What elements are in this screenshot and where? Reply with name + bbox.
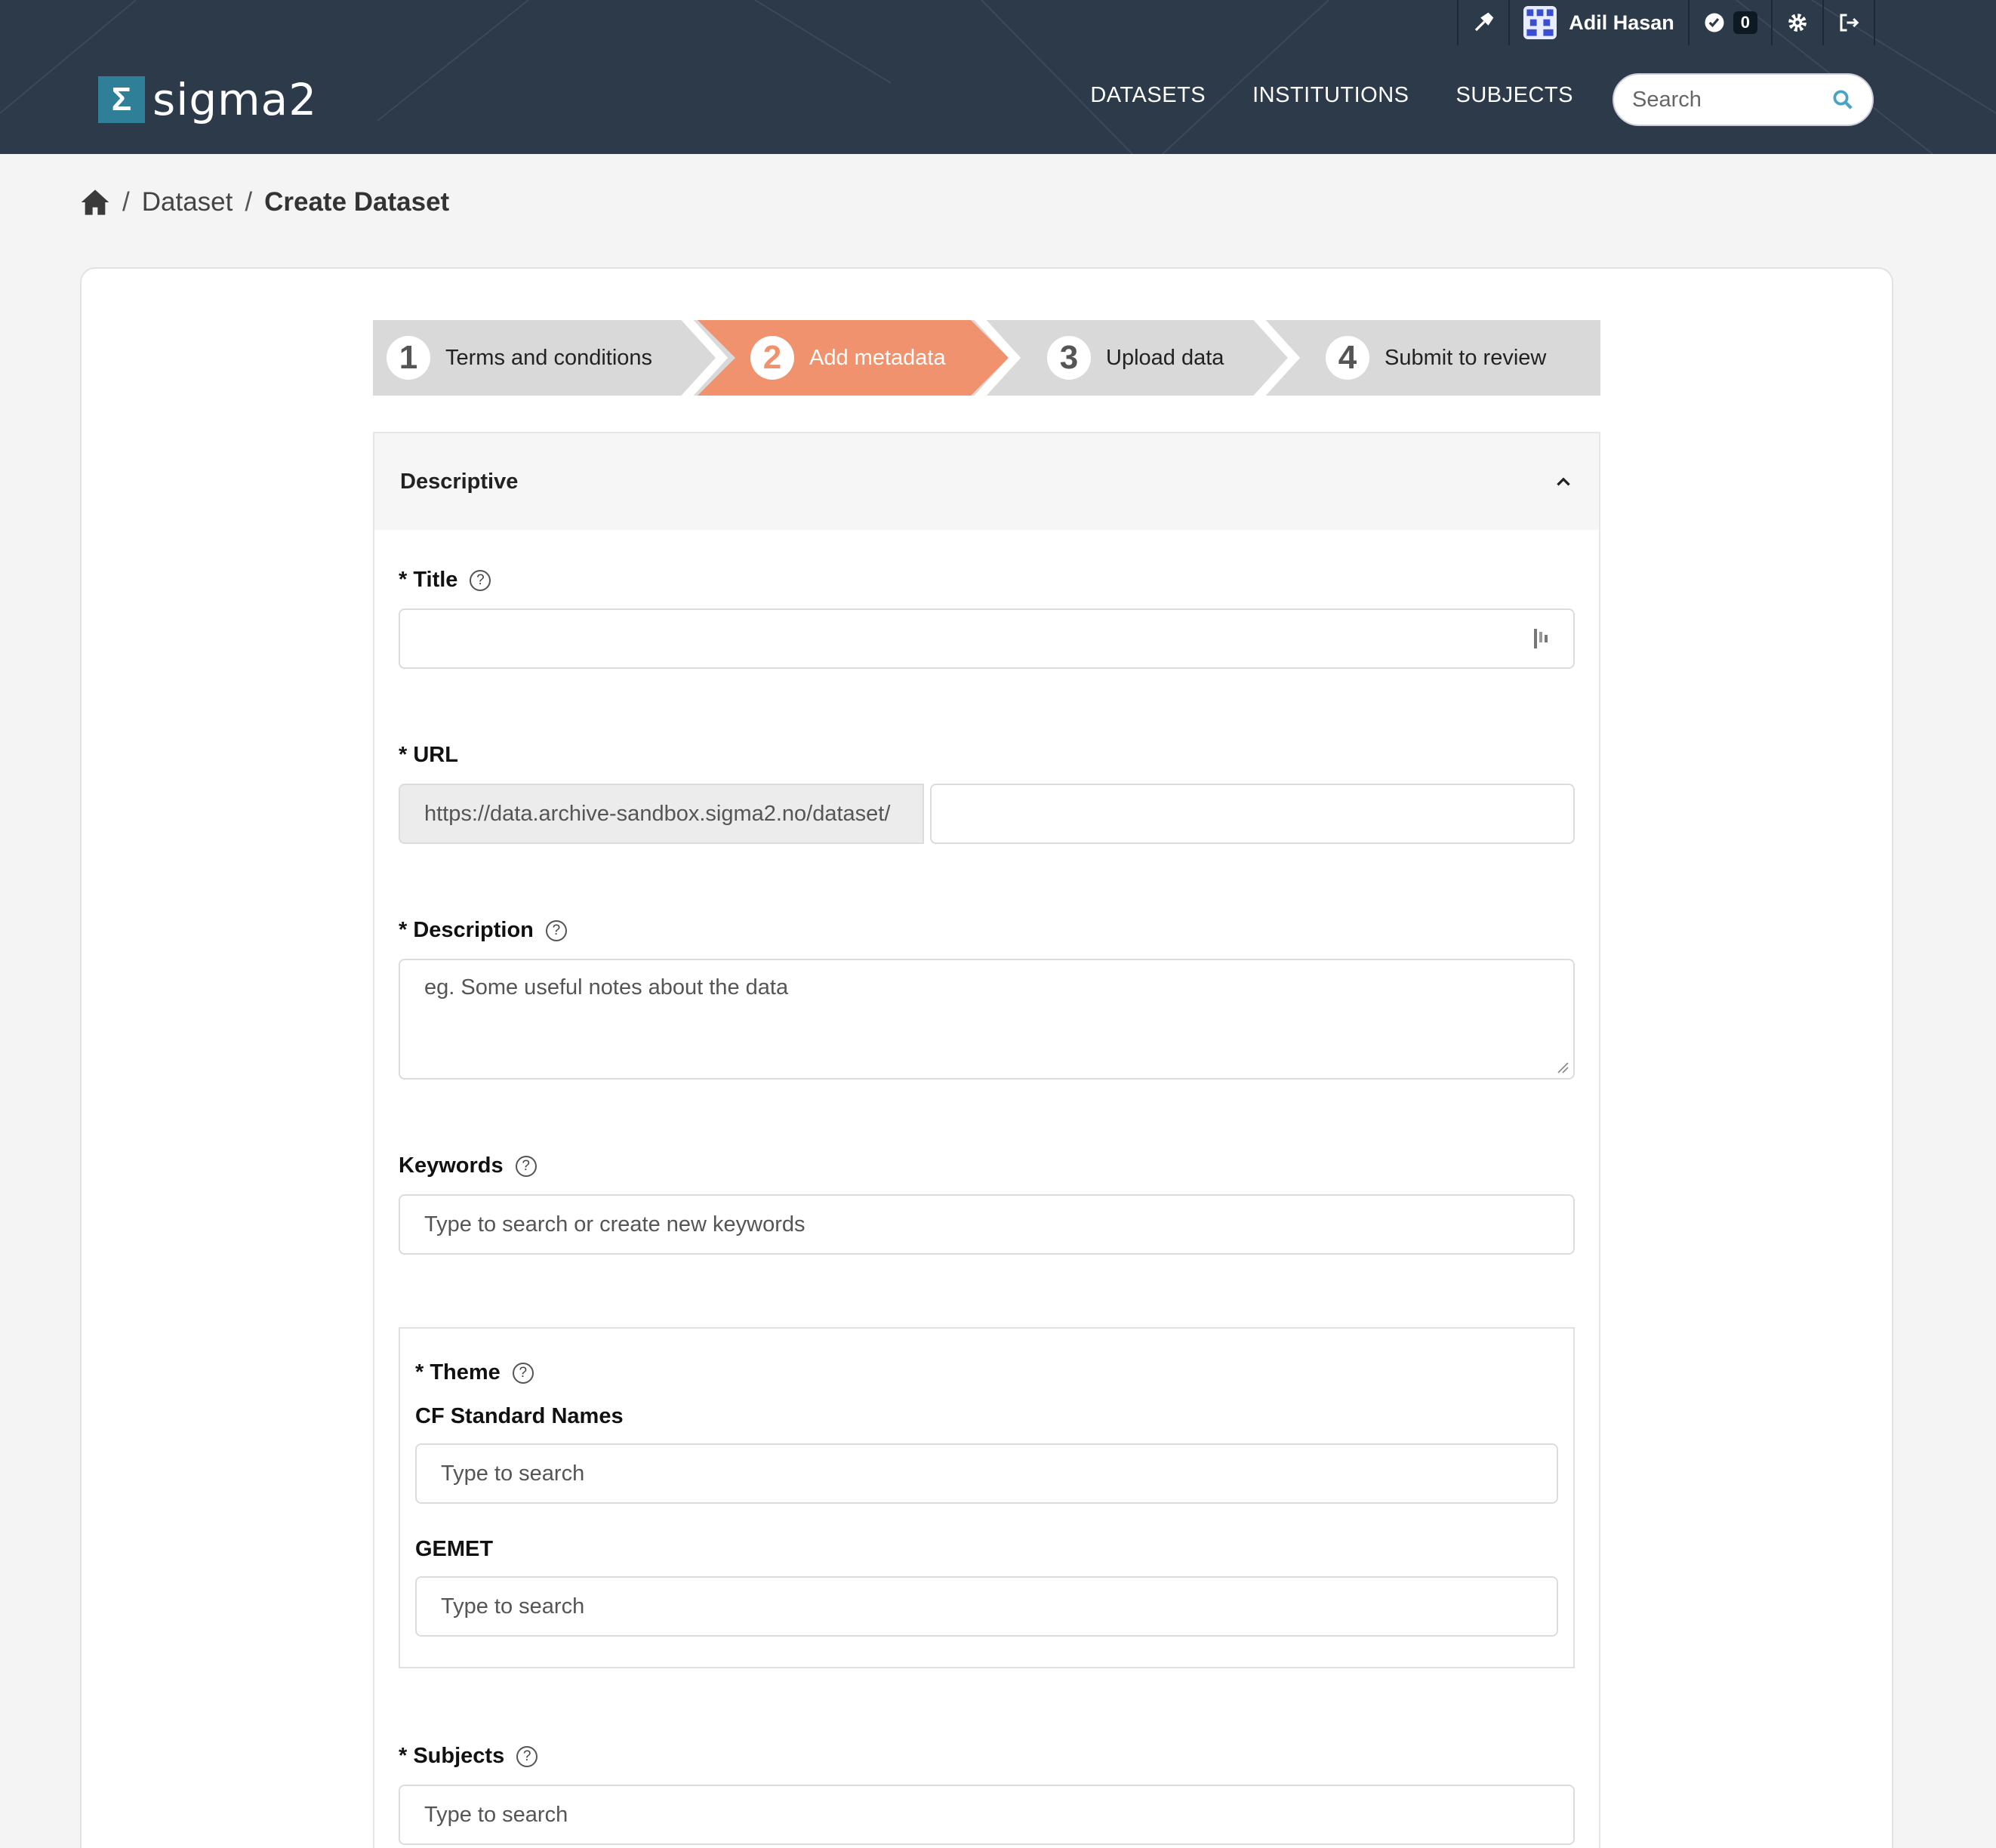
breadcrumb-separator: / [122,187,130,217]
user-menu[interactable]: Adil Hasan [1508,0,1688,45]
step-terms[interactable]: 1 Terms and conditions [387,320,652,396]
home-icon[interactable] [80,188,110,217]
step-number: 3 [1047,336,1091,380]
logout-button[interactable] [1822,0,1875,45]
gemet-placeholder: Type to search [441,1594,585,1619]
search-placeholder: Search [1632,87,1702,112]
gear-icon [1788,14,1807,32]
sigma2-logo[interactable]: Σ sigma2 [98,74,318,125]
url-label-text: * URL [399,743,458,767]
logout-icon [1840,14,1859,32]
section-header[interactable]: Descriptive [374,433,1599,530]
notification-count: 0 [1733,11,1757,34]
keywords-label-text: Keywords [399,1153,504,1178]
help-icon[interactable]: ? [512,1362,534,1384]
step-number: 2 [750,336,794,380]
step-label: Terms and conditions [445,345,653,370]
step-submit-review[interactable]: 4 Submit to review [1326,320,1546,396]
keywords-placeholder: Type to search or create new keywords [424,1212,805,1237]
title-label: * Title ? [399,568,491,593]
wizard-steps: 1 Terms and conditions 2 Add metadata 3 … [373,320,1600,396]
main-nav: DATASETS INSTITUTIONS SUBJECTS [1090,83,1573,108]
cf-standard-names-label: CF Standard Names [415,1404,624,1428]
help-icon[interactable]: ? [545,919,567,941]
subjects-label-text: * Subjects [399,1744,505,1768]
description-label: * Description ? [399,918,567,943]
keywords-label: Keywords ? [399,1153,537,1178]
step-add-metadata[interactable]: 2 Add metadata [750,320,946,396]
cf-placeholder: Type to search [441,1461,585,1486]
check-circle-icon [1705,13,1724,32]
description-label-text: * Description [399,918,534,942]
password-manager-icon[interactable] [1532,627,1549,650]
title-label-text: * Title [399,568,458,592]
hammer-icon [1475,12,1494,32]
gemet-label: GEMET [415,1537,494,1561]
description-textarea[interactable]: eg. Some useful notes about the data [399,959,1575,1080]
user-toolbar: Adil Hasan 0 [1457,0,1875,45]
settings-button[interactable] [1771,0,1822,45]
breadcrumb: / Dataset / Create Dataset [80,187,449,217]
logo-mark: Σ [98,76,145,123]
step-label: Submit to review [1385,345,1547,370]
subjects-label: * Subjects ? [399,1744,538,1769]
breadcrumb-dataset[interactable]: Dataset [142,187,233,217]
subjects-placeholder: Type to search [424,1802,568,1827]
nav-subjects[interactable]: SUBJECTS [1456,83,1573,108]
breadcrumb-separator: / [245,187,253,217]
help-icon[interactable]: ? [470,569,491,591]
title-input[interactable] [399,608,1575,669]
step-number: 4 [1326,336,1369,380]
url-slug-input[interactable] [930,784,1575,844]
resize-handle-icon[interactable] [1557,1061,1569,1073]
theme-label-text: * Theme [415,1360,501,1384]
theme-label: * Theme ? [415,1360,534,1385]
nav-datasets[interactable]: DATASETS [1090,83,1206,108]
search-input[interactable]: Search [1613,73,1874,126]
step-label: Add metadata [809,345,946,370]
notifications[interactable]: 0 [1687,0,1771,45]
chevron-up-icon[interactable] [1554,472,1573,491]
url-label: * URL [399,743,458,768]
keywords-input[interactable]: Type to search or create new keywords [399,1194,1575,1255]
help-icon[interactable]: ? [515,1155,537,1177]
user-name: Adil Hasan [1569,11,1674,34]
url-prefix: https://data.archive-sandbox.sigma2.no/d… [399,784,924,844]
breadcrumb-current: Create Dataset [264,187,450,217]
cf-standard-names-input[interactable]: Type to search [415,1443,1558,1504]
logo-text: sigma2 [152,74,318,125]
help-icon[interactable]: ? [516,1745,538,1767]
admin-tools[interactable] [1457,0,1508,45]
search-icon[interactable] [1831,88,1854,111]
subjects-input[interactable]: Type to search [399,1785,1575,1845]
section-title: Descriptive [400,469,519,494]
gemet-input[interactable]: Type to search [415,1576,1558,1637]
step-number: 1 [387,336,430,380]
step-label: Upload data [1106,345,1224,370]
top-header: Adil Hasan 0 Σ sigma2 DATASETS INSTITUTI… [0,0,1996,154]
nav-institutions[interactable]: INSTITUTIONS [1252,83,1409,108]
step-upload-data[interactable]: 3 Upload data [1047,320,1224,396]
avatar [1523,6,1557,39]
description-placeholder: eg. Some useful notes about the data [424,975,789,999]
